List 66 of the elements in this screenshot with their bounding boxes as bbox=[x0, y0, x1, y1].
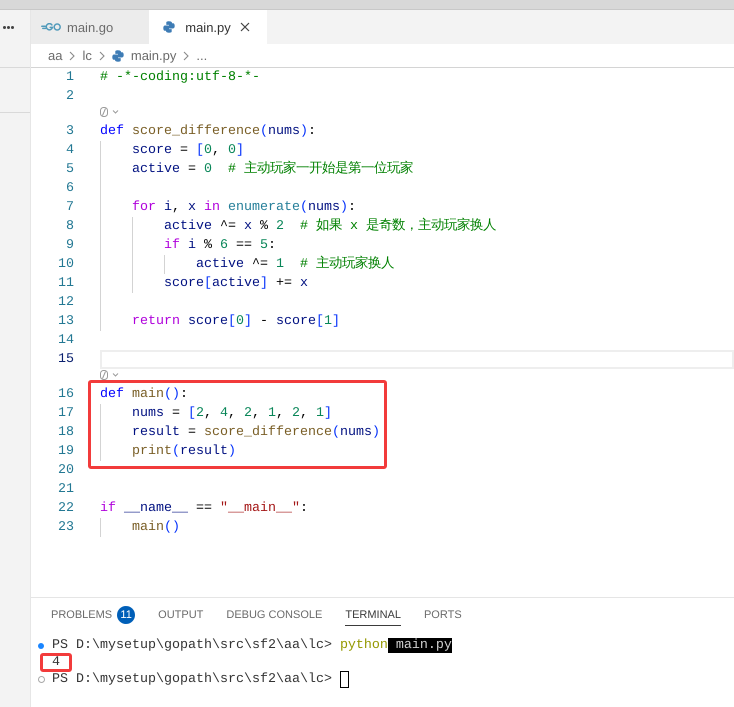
line-number: 8 bbox=[66, 218, 74, 236]
code-line: score = [0, 0] bbox=[132, 142, 244, 160]
code-line: nums = [2, 4, 2, 1, 2, 1] bbox=[132, 405, 332, 423]
code-line: print(result) bbox=[132, 443, 236, 461]
line-number: 7 bbox=[66, 199, 74, 217]
chevron-right-icon bbox=[69, 50, 76, 60]
file-type-icon bbox=[41, 23, 61, 31]
codelens-icon[interactable] bbox=[100, 107, 120, 117]
line-number: 16 bbox=[58, 386, 74, 404]
code-line: score[active] += x bbox=[164, 275, 308, 293]
breadcrumb-item[interactable]: aa bbox=[48, 48, 62, 63]
breadcrumb-item[interactable]: ... bbox=[196, 48, 208, 63]
line-number: 5 bbox=[66, 161, 74, 179]
code-line: result = score_difference(nums) bbox=[132, 424, 380, 442]
line-number: 1 bbox=[66, 69, 74, 87]
code-line: active ^= x % 2 # 如果 x 是奇数，主动玩家换人 bbox=[164, 217, 496, 236]
breadcrumb-item[interactable]: main.py bbox=[112, 48, 176, 63]
code-line: if __name__ == "__main__": bbox=[100, 500, 308, 518]
code-line: for i, x in enumerate(nums): bbox=[132, 199, 356, 217]
panel-tab[interactable]: PORTS bbox=[424, 598, 462, 626]
close-icon[interactable] bbox=[240, 22, 250, 32]
line-number: 9 bbox=[66, 237, 74, 255]
line-number: 22 bbox=[58, 500, 74, 518]
line-number: 18 bbox=[58, 424, 74, 442]
line-number: 14 bbox=[58, 332, 74, 350]
more-icon[interactable] bbox=[3, 26, 14, 29]
code-line: active ^= 1 # 主动玩家换人 bbox=[196, 255, 394, 274]
line-number: 23 bbox=[58, 519, 74, 537]
line-number: 21 bbox=[58, 481, 74, 499]
code-line: return score[0] - score[1] bbox=[132, 313, 340, 331]
line-number: 4 bbox=[66, 142, 74, 160]
panel-tab[interactable]: PROBLEMS 11 bbox=[51, 598, 136, 626]
line-number: 17 bbox=[58, 405, 74, 423]
terminal-line: PS D:\mysetup\gopath\src\sf2\aa\lc> python main.py bbox=[52, 637, 452, 654]
line-number: 13 bbox=[58, 313, 74, 331]
line-number: 3 bbox=[66, 123, 74, 141]
editor-tab[interactable]: main.py bbox=[149, 10, 267, 44]
code-line: def score_difference(nums): bbox=[100, 123, 316, 141]
chevron-right-icon bbox=[183, 50, 190, 60]
terminal-line: PS D:\mysetup\gopath\src\sf2\aa\lc> bbox=[52, 671, 333, 688]
line-number: 6 bbox=[66, 180, 74, 198]
line-number: 20 bbox=[58, 462, 74, 480]
breadcrumb-item[interactable]: lc bbox=[82, 48, 92, 63]
editor-tab[interactable]: main.go bbox=[31, 10, 150, 44]
decoration-dot-icon[interactable] bbox=[38, 642, 44, 648]
line-number: 15 bbox=[58, 351, 74, 369]
panel-tab[interactable]: DEBUG CONSOLE bbox=[226, 598, 322, 626]
codelens-icon[interactable] bbox=[100, 370, 120, 380]
code-line: active = 0 # 主动玩家一开始是第一位玩家 bbox=[132, 160, 413, 179]
file-type-icon bbox=[112, 50, 124, 62]
line-number: 12 bbox=[58, 294, 74, 312]
code-line: main() bbox=[132, 519, 180, 537]
line-number: 2 bbox=[66, 88, 74, 106]
panel-tab[interactable]: TERMINAL bbox=[345, 598, 401, 626]
code-line: # -*-coding:utf-8-*- bbox=[100, 69, 260, 87]
decoration-circle-icon[interactable] bbox=[38, 676, 45, 683]
line-number: 10 bbox=[58, 256, 74, 274]
line-number: 11 bbox=[58, 275, 74, 293]
code-line: if i % 6 == 5: bbox=[164, 237, 276, 255]
file-type-icon bbox=[163, 21, 176, 33]
count-badge: 11 bbox=[117, 606, 136, 624]
terminal-line: 4 bbox=[52, 654, 60, 671]
chevron-right-icon bbox=[98, 50, 105, 60]
code-line: def main(): bbox=[100, 386, 188, 404]
line-number: 19 bbox=[58, 443, 74, 461]
panel-tab[interactable]: OUTPUT bbox=[158, 598, 204, 626]
